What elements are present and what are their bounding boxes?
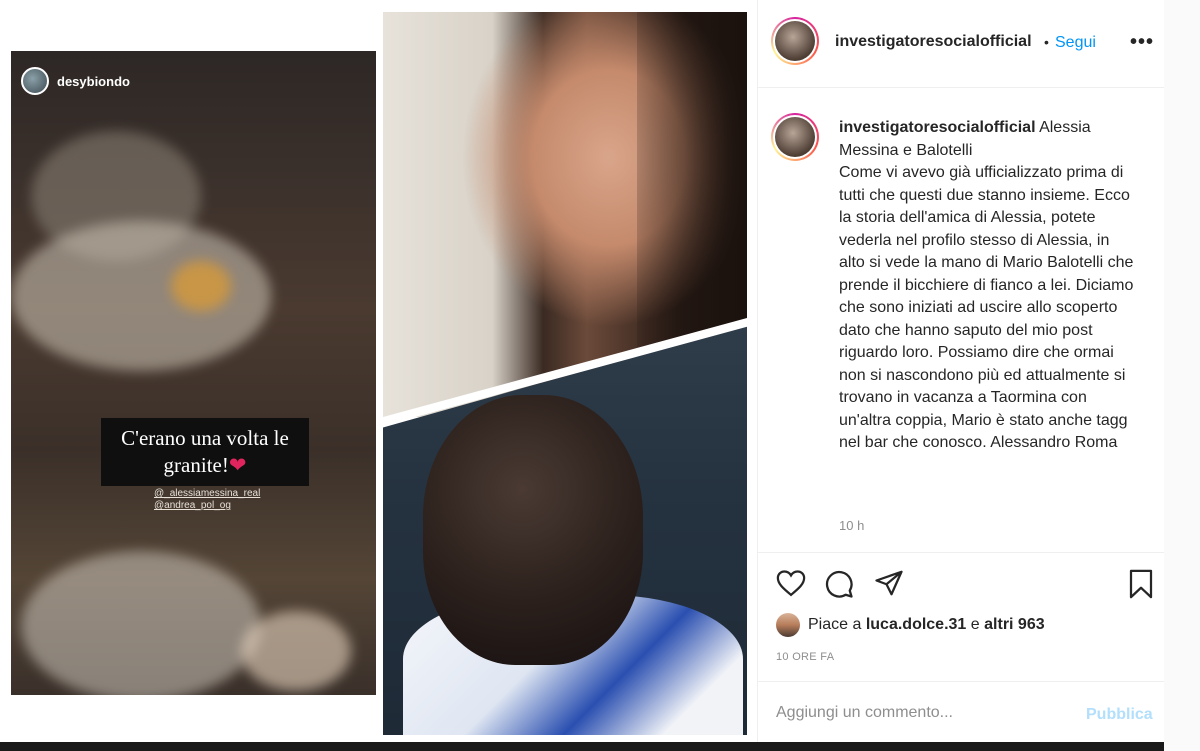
author-username[interactable]: investigatoresocialofficial xyxy=(835,33,1032,51)
bottom-light-blur xyxy=(241,611,351,691)
liker-avatar[interactable] xyxy=(776,613,800,637)
post-media[interactable]: desybiondo C'erano una volta le granite!… xyxy=(0,0,757,751)
heart-emoji-icon: ❤ xyxy=(228,453,247,477)
comment-icon[interactable] xyxy=(824,569,854,604)
post-sidebar: investigatoresocialofficial • Segui ••• … xyxy=(757,0,1165,751)
bottom-strip xyxy=(0,742,1164,751)
caption-avatar[interactable] xyxy=(771,113,819,161)
story-screenshot: desybiondo C'erano una volta le granite!… xyxy=(11,51,376,695)
likes-prefix: Piace a xyxy=(808,616,862,633)
separator-dot: • xyxy=(1044,34,1049,50)
granita-blur xyxy=(171,261,231,311)
story-tag: @_alessiamessina_real xyxy=(154,488,261,499)
comment-input[interactable] xyxy=(776,704,1056,722)
head-shape xyxy=(423,395,643,665)
likes-summary: Piace a luca.dolce.31 e altri 963 xyxy=(776,613,1045,637)
add-comment-bar: Pubblica xyxy=(758,681,1165,751)
share-icon[interactable] xyxy=(874,569,904,602)
divider xyxy=(758,552,1165,553)
caption-username[interactable]: investigatoresocialofficial xyxy=(839,119,1036,136)
avatar[interactable] xyxy=(771,17,819,65)
plate-blur xyxy=(11,221,271,371)
story-caption-text: C'erano una volta le granite! xyxy=(121,426,289,477)
more-icon[interactable]: ••• xyxy=(1130,31,1154,54)
story-tag: @andrea_pol_og xyxy=(154,500,231,511)
instagram-post-window: desybiondo C'erano una volta le granite!… xyxy=(0,0,1200,751)
bookmark-icon[interactable] xyxy=(1128,569,1154,604)
story-user: desybiondo xyxy=(21,67,130,95)
bottom-plate-blur xyxy=(21,551,261,695)
likes-connector: e xyxy=(970,616,980,633)
story-tags: @_alessiamessina_real @andrea_pol_og xyxy=(154,488,260,512)
caption-timestamp[interactable]: 10 h xyxy=(839,518,864,533)
post-date[interactable]: 10 ORE FA xyxy=(776,651,834,663)
liker-username[interactable]: luca.dolce.31 xyxy=(866,616,967,633)
story-username: desybiondo xyxy=(57,73,130,89)
story-caption: C'erano una volta le granite!❤ xyxy=(101,418,309,486)
post-header: investigatoresocialofficial • Segui ••• xyxy=(758,0,1165,88)
likes-count[interactable]: altri 963 xyxy=(984,616,1044,633)
publish-button[interactable]: Pubblica xyxy=(1086,706,1153,724)
follow-button[interactable]: Segui xyxy=(1055,34,1096,52)
story-avatar xyxy=(21,67,49,95)
post-caption: investigatoresocialofficial Alessia Mess… xyxy=(839,117,1139,455)
heart-icon[interactable] xyxy=(776,569,806,602)
caption-text: Alessia Messina e Balotelli Come vi avevo… xyxy=(839,119,1134,451)
page-gutter xyxy=(1164,0,1200,751)
